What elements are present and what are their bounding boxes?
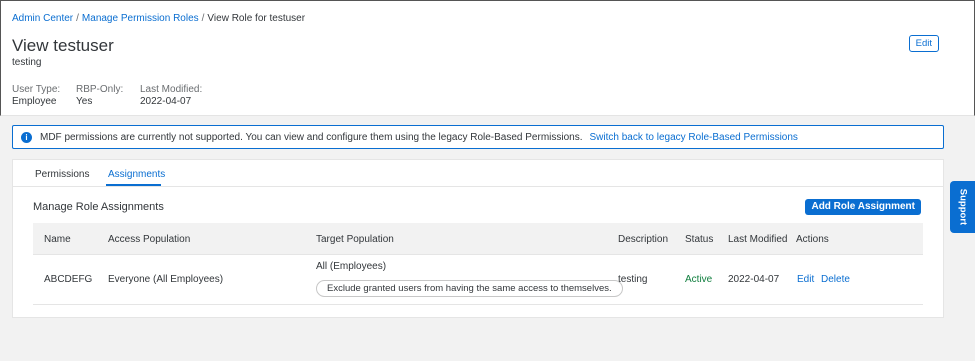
cell-last-modified: 2022-04-07	[728, 274, 780, 285]
edit-button[interactable]: Edit	[908, 35, 939, 52]
column-header-status: Status	[685, 234, 714, 245]
breadcrumb-link-manage-permission-roles[interactable]: Manage Permission Roles	[82, 13, 199, 24]
cell-target-population: All (Employees)	[316, 261, 387, 272]
tab-permissions[interactable]: Permissions	[35, 169, 89, 180]
assignments-card: Permissions Assignments Manage Role Assi…	[12, 159, 944, 318]
breadcrumb-separator: /	[76, 13, 79, 24]
table-row: ABCDEFG Everyone (All Employees) All (Em…	[33, 255, 923, 305]
attribute-label: RBP-Only:	[76, 84, 124, 95]
tab-bar: Permissions Assignments	[13, 160, 943, 187]
table-header: Name Access Population Target Population…	[33, 223, 923, 255]
column-header-last-modified: Last Modified	[728, 234, 788, 245]
switch-legacy-link[interactable]: Switch back to legacy Role-Based Permiss…	[590, 132, 798, 143]
target-exclusion-note: Exclude granted users from having the sa…	[316, 280, 623, 297]
attribute-value: Employee	[12, 96, 57, 107]
tab-assignments[interactable]: Assignments	[108, 169, 165, 180]
column-header-target-population: Target Population	[316, 234, 394, 245]
support-label: Support	[957, 188, 968, 226]
column-header-access-population: Access Population	[108, 234, 191, 245]
add-role-assignment-button[interactable]: Add Role Assignment	[805, 199, 921, 215]
attribute-label: Last Modified:	[140, 84, 203, 95]
page: Admin Center / Manage Permission Roles / Vie…	[0, 0, 975, 361]
attribute-rbp-only: RBP-Only: Yes	[76, 84, 123, 108]
active-tab-indicator	[106, 184, 161, 186]
column-header-description: Description	[618, 234, 669, 245]
row-edit-link[interactable]: Edit	[797, 274, 814, 285]
attribute-value: Yes	[76, 96, 93, 107]
breadcrumb-current: View Role for testuser	[207, 13, 306, 24]
page-subtitle: testing	[12, 57, 42, 68]
attribute-label: User Type:	[12, 84, 61, 95]
assignments-table: Name Access Population Target Population…	[33, 223, 923, 305]
attribute-value: 2022-04-07	[140, 96, 192, 107]
attribute-last-modified: Last Modified: 2022-04-07	[140, 84, 202, 108]
breadcrumb-separator: /	[201, 13, 205, 24]
breadcrumb: Admin Center / Manage Permission Roles / Vie…	[12, 13, 305, 24]
info-icon: i	[21, 131, 32, 143]
breadcrumb-link-admin-center[interactable]: Admin Center	[12, 13, 73, 24]
cell-name: ABCDEFG	[44, 274, 93, 285]
column-header-name: Name	[44, 234, 71, 245]
section-title: Manage Role Assignments	[33, 201, 164, 213]
info-message-text: MDF permissions are currently not suppor…	[40, 131, 583, 143]
cell-description: testing	[618, 274, 648, 285]
page-title: View testuser	[12, 36, 114, 55]
info-message-strip: i MDF permissions are currently not supp…	[12, 125, 944, 149]
status-badge: Active	[685, 274, 713, 285]
attribute-user-type: User Type: Employee	[12, 84, 60, 108]
support-button[interactable]: Support	[950, 181, 975, 233]
page-header: Admin Center / Manage Permission Roles / Vie…	[0, 0, 975, 116]
row-delete-link[interactable]: Delete	[821, 274, 850, 285]
column-header-actions: Actions	[796, 234, 829, 245]
cell-access-population: Everyone (All Employees)	[108, 274, 224, 285]
